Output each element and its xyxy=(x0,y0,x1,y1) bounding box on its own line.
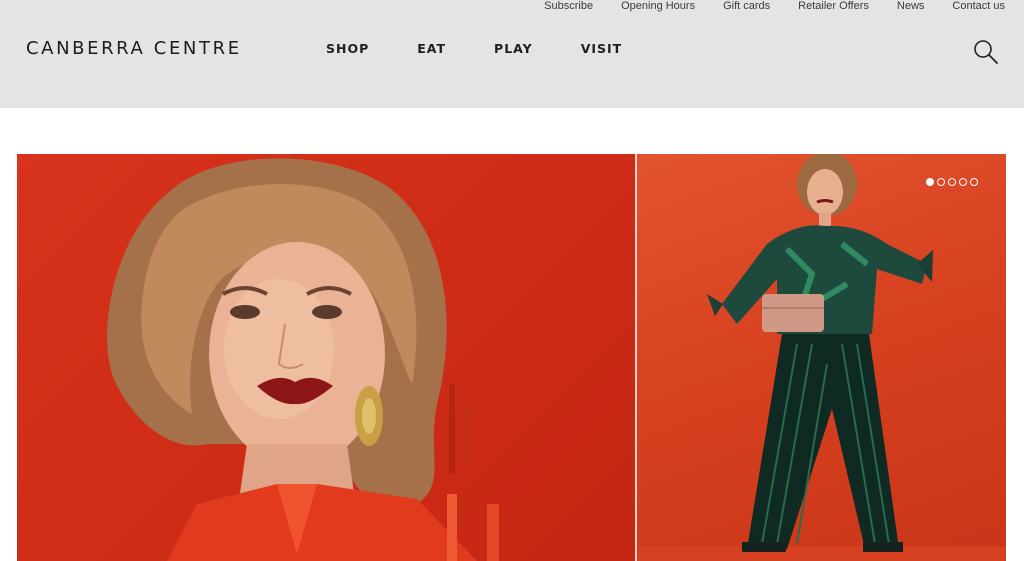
hero-carousel[interactable] xyxy=(17,154,1006,561)
hero-portrait-image xyxy=(17,154,635,561)
utility-link-news[interactable]: News xyxy=(897,0,925,14)
carousel-indicators xyxy=(923,178,978,186)
nav-visit[interactable]: VISIT xyxy=(581,41,623,56)
utility-link-subscribe[interactable]: Subscribe xyxy=(544,0,593,14)
hero-fashion-image xyxy=(637,154,1006,561)
carousel-dot-4[interactable] xyxy=(959,178,967,186)
utility-link-opening-hours[interactable]: Opening Hours xyxy=(621,0,695,14)
site-header: Subscribe Opening Hours Gift cards Retai… xyxy=(0,0,1024,108)
utility-link-retailer-offers[interactable]: Retailer Offers xyxy=(798,0,869,14)
utility-nav: Subscribe Opening Hours Gift cards Retai… xyxy=(516,0,1024,14)
main-nav: SHOP EAT PLAY VISIT xyxy=(326,41,670,56)
carousel-dot-5[interactable] xyxy=(970,178,978,186)
carousel-dot-1[interactable] xyxy=(926,178,934,186)
utility-link-contact-us[interactable]: Contact us xyxy=(952,0,1005,14)
search-icon xyxy=(974,40,998,64)
nav-shop[interactable]: SHOP xyxy=(326,41,369,56)
search-button[interactable] xyxy=(972,38,1000,66)
carousel-dot-2[interactable] xyxy=(937,178,945,186)
utility-link-gift-cards[interactable]: Gift cards xyxy=(723,0,770,14)
carousel-dot-3[interactable] xyxy=(948,178,956,186)
nav-play[interactable]: PLAY xyxy=(494,41,533,56)
site-logo[interactable]: CANBERRA CENTRE xyxy=(26,38,242,59)
nav-eat[interactable]: EAT xyxy=(417,41,446,56)
